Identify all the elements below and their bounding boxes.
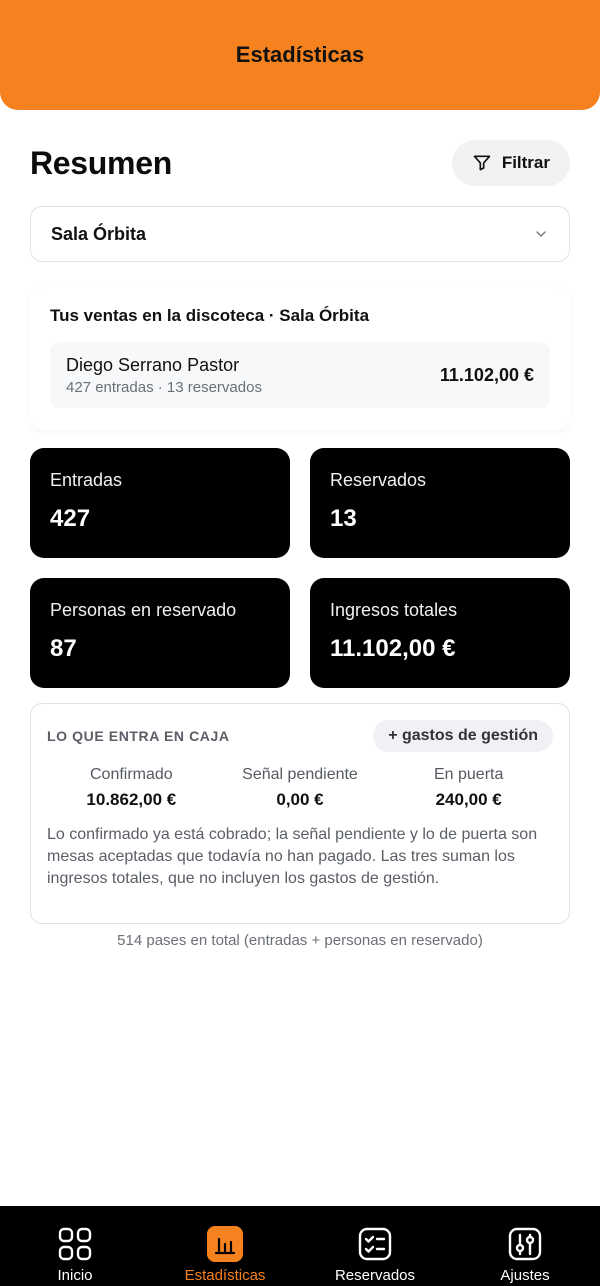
page-title: Resumen	[30, 144, 172, 181]
stat-value: 13	[330, 505, 357, 532]
app-header: Estadísticas	[0, 0, 600, 110]
nav-label: Ajustes	[500, 1267, 550, 1284]
cash-header: LO QUE ENTRA EN CAJA + gastos de gestión	[47, 720, 553, 752]
seller-detail: 427 entradas · 13 reservados	[66, 378, 262, 396]
nav-label: Reservados	[334, 1267, 416, 1284]
total-passes: 514 pases en total (entradas + personas …	[117, 932, 483, 949]
stat-value: 11.102,00 €	[330, 635, 456, 662]
stat-card-reservados: Reservados 13	[310, 448, 570, 558]
sliders-icon	[507, 1226, 543, 1262]
nav-label: Inicio	[57, 1267, 93, 1284]
stat-value: 87	[50, 635, 77, 662]
sales-title: Tus ventas en la discoteca · Sala Órbita	[50, 306, 370, 325]
nav-item-inicio[interactable]: Inicio	[0, 1206, 150, 1286]
cash-card: LO QUE ENTRA EN CAJA + gastos de gestión…	[30, 703, 570, 924]
header-title: Estadísticas	[235, 42, 365, 67]
cash-col-label: En puerta	[433, 766, 504, 783]
stat-card-ingresos: Ingresos totales 11.102,00 €	[310, 578, 570, 688]
cash-col-senal: Señal pendiente 0,00 €	[216, 766, 385, 810]
fees-toggle-button[interactable]: + gastos de gestión	[373, 720, 553, 752]
seller-amount: 11.102,00 €	[439, 364, 534, 385]
cash-col-value: 10.862,00 €	[86, 790, 177, 809]
filter-button[interactable]: Filtrar	[451, 140, 570, 186]
bottom-nav: Inicio Estadísticas Reservados Ajustes	[0, 1206, 600, 1286]
grid-icon	[57, 1226, 93, 1262]
cash-col-label: Señal pendiente	[242, 766, 358, 783]
nav-item-ajustes[interactable]: Ajustes	[450, 1206, 600, 1286]
stat-card-personas: Personas en reservado 87	[30, 578, 290, 688]
venue-select-value: Sala Órbita	[51, 223, 147, 244]
summary-row: Resumen Filtrar	[30, 140, 570, 186]
checklist-icon	[357, 1226, 393, 1262]
seller-info: Diego Serrano Pastor 427 entradas · 13 r…	[66, 355, 262, 396]
chevron-down-icon	[536, 231, 546, 237]
stat-label: Reservados	[330, 470, 427, 490]
stat-card-entradas: Entradas 427	[30, 448, 290, 558]
cash-col-value: 0,00 €	[276, 790, 324, 809]
cash-columns: Confirmado 10.862,00 € Señal pendiente 0…	[47, 766, 553, 810]
stat-label: Entradas	[50, 470, 123, 490]
seller-row[interactable]: Diego Serrano Pastor 427 entradas · 13 r…	[50, 342, 550, 408]
stat-label: Ingresos totales	[330, 600, 458, 620]
bar-chart-icon	[207, 1226, 243, 1262]
filter-icon	[473, 155, 491, 171]
cash-col-value: 240,00 €	[435, 790, 502, 809]
seller-name: Diego Serrano Pastor	[66, 354, 240, 375]
filter-button-label: Filtrar	[501, 153, 550, 172]
venue-select[interactable]: Sala Órbita	[30, 206, 570, 262]
nav-item-reservados[interactable]: Reservados	[300, 1206, 450, 1286]
nav-item-estadisticas[interactable]: Estadísticas	[150, 1206, 300, 1286]
cash-note: Lo confirmado ya está cobrado; la señal …	[47, 826, 538, 887]
stat-value: 427	[50, 505, 91, 532]
nav-label: Estadísticas	[184, 1267, 266, 1284]
cash-col-puerta: En puerta 240,00 €	[384, 766, 553, 810]
stat-label: Personas en reservado	[50, 600, 237, 620]
cash-col-label: Confirmado	[89, 766, 173, 783]
cash-title: LO QUE ENTRA EN CAJA	[47, 728, 230, 744]
cash-col-confirmado: Confirmado 10.862,00 €	[47, 766, 216, 810]
sales-card: Tus ventas en la discoteca · Sala Órbita…	[30, 288, 570, 430]
